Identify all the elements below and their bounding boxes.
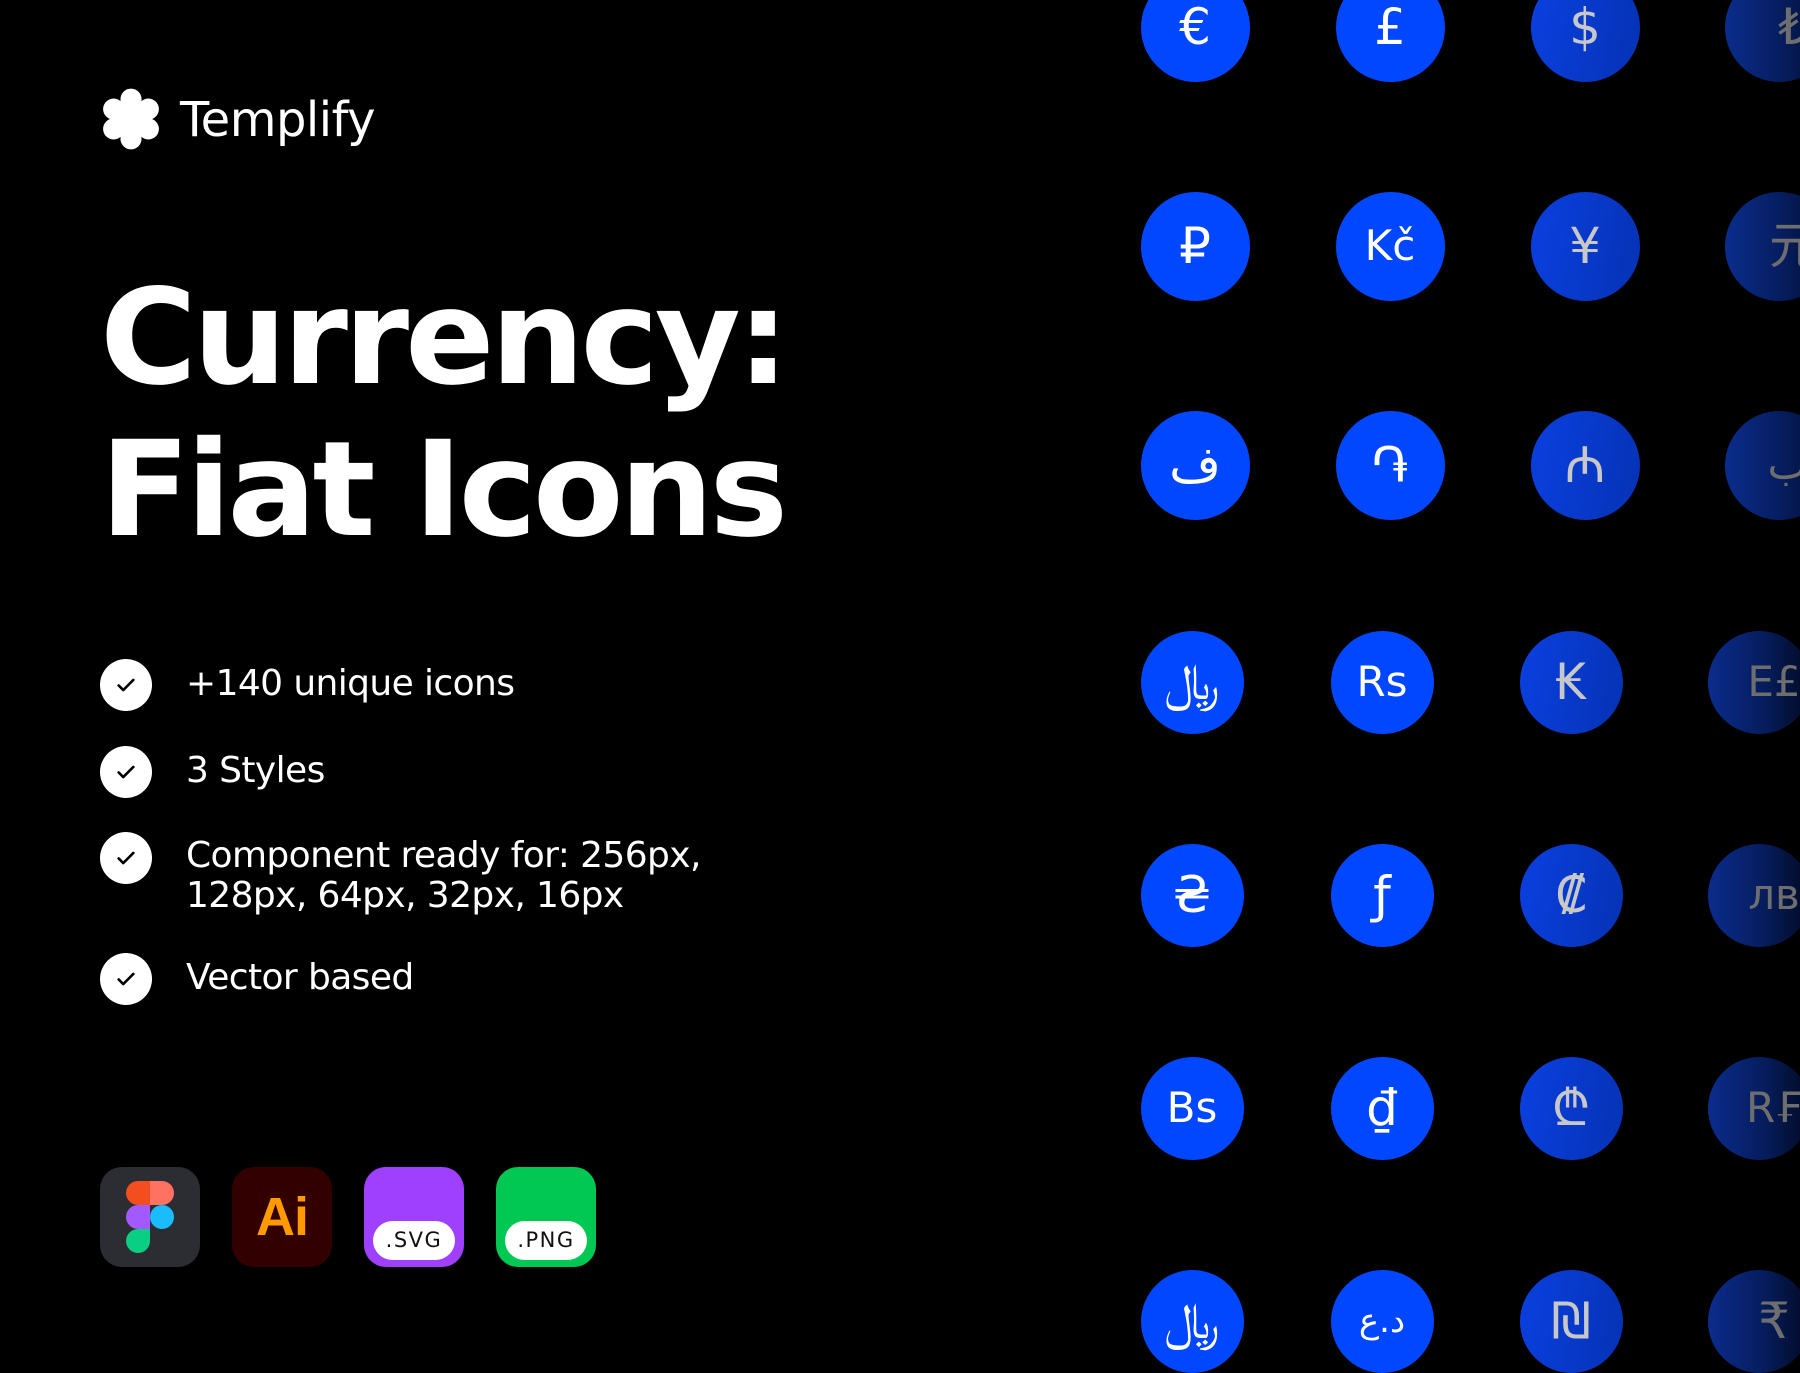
flower-logo-icon [100,86,162,152]
feature-text: Vector based [186,953,414,999]
currency-symbol: ₪ [1551,1296,1590,1346]
rial-coin-icon[interactable]: ﷼ [1141,631,1244,734]
afghani-coin-icon[interactable]: ف [1141,411,1250,520]
indian-rupee-coin-icon[interactable]: ₹ [1708,1270,1800,1373]
page-title: Currency: Fiat Icons [100,262,786,566]
currency-symbol: ¥ [1569,221,1601,271]
feature-line: 3 Styles [186,750,325,792]
rwandan-franc-coin-icon[interactable]: R₣ [1708,1057,1800,1160]
currency-symbol: € [1179,2,1211,52]
templify-logo [100,86,162,152]
iraqi-dinar-coin-icon[interactable]: د.ع [1331,1270,1434,1373]
hryvnia-coin-icon[interactable]: ₴ [1141,844,1244,947]
ruble-coin-icon[interactable]: ₽ [1141,192,1250,301]
currency-symbol: ب. [1768,444,1800,486]
svg-format-tile[interactable]: .SVG [364,1167,464,1267]
egyptian-pound-coin-icon[interactable]: E£ [1708,631,1800,734]
feature-line: Component ready for: 256px, [186,836,701,876]
currency-symbol: ₹ [1758,1296,1790,1346]
currency-symbol: R₣ [1746,1087,1800,1129]
feature-text: +140 unique icons [186,659,514,705]
currency-symbol: ₫ [1366,1083,1398,1133]
currency-symbol: ₴ [1173,870,1212,920]
bolivar-coin-icon[interactable]: Bs [1141,1057,1244,1160]
colon-coin-icon[interactable]: ₡ [1520,844,1623,947]
feature-item: Vector based [100,953,414,1005]
euro-coin-icon[interactable]: € [1141,0,1250,82]
currency-symbol: Kč [1365,225,1416,267]
feature-text: Component ready for: 256px, 128px, 64px,… [186,832,701,916]
feature-line: 128px, 64px, 32px, 16px [186,876,701,916]
currency-symbol: E£ [1747,661,1800,703]
currency-symbol: ₾ [1552,1083,1591,1133]
dram-coin-icon[interactable]: ֏ [1336,411,1445,520]
kip-coin-icon[interactable]: ₭ [1520,631,1623,734]
currency-symbol: лв [1748,874,1800,916]
check-icon [100,659,152,711]
currency-symbol: ƒ [1373,870,1391,920]
png-file-icon: .PNG [505,1221,587,1260]
koruna-coin-icon[interactable]: Kč [1336,192,1445,301]
figma-logo-icon [124,1181,176,1253]
check-icon [100,746,152,798]
check-icon [100,953,152,1005]
illustrator-logo-icon: Ai [232,1185,332,1249]
png-format-tile[interactable]: .PNG [496,1167,596,1267]
currency-symbol: ₭ [1555,657,1587,707]
feature-item: Component ready for: 256px, 128px, 64px,… [100,832,701,916]
currency-symbol: ﷼ [1164,657,1219,707]
currency-symbol: Bs [1167,1087,1218,1129]
lev-coin-icon[interactable]: лв [1708,844,1800,947]
currency-symbol: Rs [1356,661,1407,703]
title-line-2: Fiat Icons [100,414,786,566]
feature-item: 3 Styles [100,746,325,798]
brand-name: Templify [180,92,375,148]
riyal-coin-icon[interactable]: ﷼ [1141,1270,1244,1373]
title-line-1: Currency: [100,262,786,414]
shekel-coin-icon[interactable]: ₪ [1520,1270,1623,1373]
check-icon [100,832,152,884]
dollar-coin-icon[interactable]: $ [1531,0,1640,82]
pound-coin-icon[interactable]: £ [1336,0,1445,82]
currency-symbol: ₺ [1778,2,1800,52]
feature-item: +140 unique icons [100,659,514,711]
currency-symbol: ₼ [1565,440,1606,490]
lari-coin-icon[interactable]: ₾ [1520,1057,1623,1160]
currency-symbol: ₡ [1555,870,1587,920]
yuan-coin-icon[interactable]: 元 [1725,192,1800,301]
currency-symbol: $ [1569,2,1601,52]
feature-line: Vector based [186,957,414,999]
dinar-coin-icon[interactable]: ب. [1725,411,1800,520]
currency-symbol: ﷼ [1164,1296,1219,1346]
yen-coin-icon[interactable]: ¥ [1531,192,1640,301]
florin-coin-icon[interactable]: ƒ [1331,844,1434,947]
currency-symbol: د.ع [1359,1304,1405,1338]
currency-symbol: ₽ [1179,221,1211,271]
feature-text: 3 Styles [186,746,325,792]
currency-symbol: 元 [1769,221,1800,271]
figma-format-tile[interactable] [100,1167,200,1267]
rupee-coin-icon[interactable]: Rs [1331,631,1434,734]
lira-coin-icon[interactable]: ₺ [1725,0,1800,82]
currency-symbol: ف [1169,440,1221,490]
currency-symbol: ֏ [1372,440,1409,490]
currency-symbol: £ [1374,2,1406,52]
dong-coin-icon[interactable]: ₫ [1331,1057,1434,1160]
manat-coin-icon[interactable]: ₼ [1531,411,1640,520]
svg-file-icon: .SVG [373,1221,455,1260]
feature-line: +140 unique icons [186,663,514,705]
illustrator-format-tile[interactable]: Ai [232,1167,332,1267]
